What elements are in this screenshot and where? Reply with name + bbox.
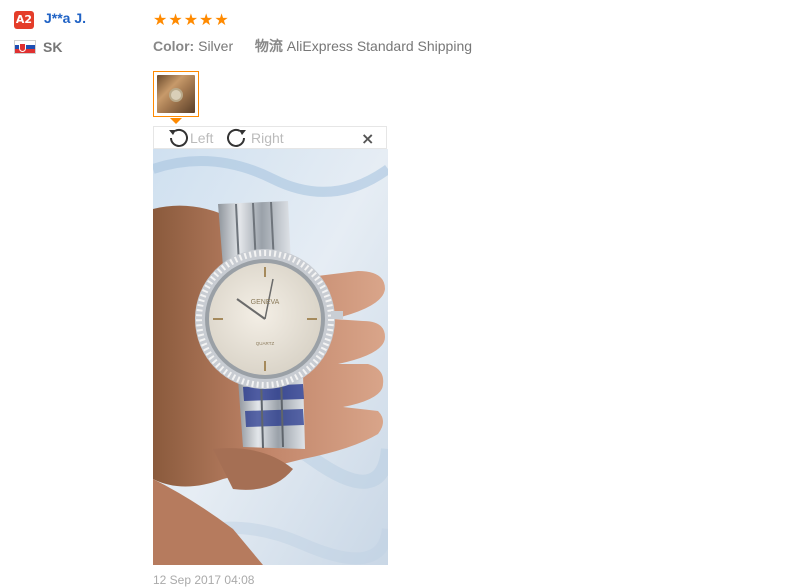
shipping-value: AliExpress Standard Shipping [286,38,473,54]
rotate-left-button[interactable]: Left [165,127,213,149]
rotate-right-icon [227,128,246,147]
star-icon: ★ [153,10,168,29]
slovakia-flag-icon [14,40,36,54]
star-icon: ★ [199,10,214,29]
review-date: 12 Sep 2017 04:08 [153,573,255,587]
watch-brand-text: GENEVA [251,299,280,306]
rotate-left-label: Left [190,130,214,146]
star-icon: ★ [183,10,199,29]
shipping-label: 物流 [254,38,283,54]
review-photo-large: GENEVA QUARTZ [153,149,388,565]
color-label: Color: [153,38,195,54]
star-icon: ★ [214,10,229,29]
star-rating: ★ ★ ★ ★ ★ [153,12,229,28]
review-attributes: Color: Silver 物流 AliExpress Standard Shi… [153,36,472,56]
review-photo-thumbnail[interactable] [153,71,199,117]
star-icon: ★ [168,10,183,29]
member-level-badge: A2 [14,11,34,29]
reviewer-name[interactable]: J**a J. [44,10,86,26]
rotate-right-button[interactable]: Right [226,127,284,149]
close-viewer-button[interactable]: × [361,131,374,147]
rotate-right-label: Right [251,130,284,146]
color-value: Silver [198,38,234,54]
thumbnail-image [157,75,195,113]
rotate-left-icon [169,128,188,147]
reviewer-country: SK [43,39,63,55]
selected-thumbnail-caret [170,118,182,124]
watch-sub-text: QUARTZ [256,341,275,346]
